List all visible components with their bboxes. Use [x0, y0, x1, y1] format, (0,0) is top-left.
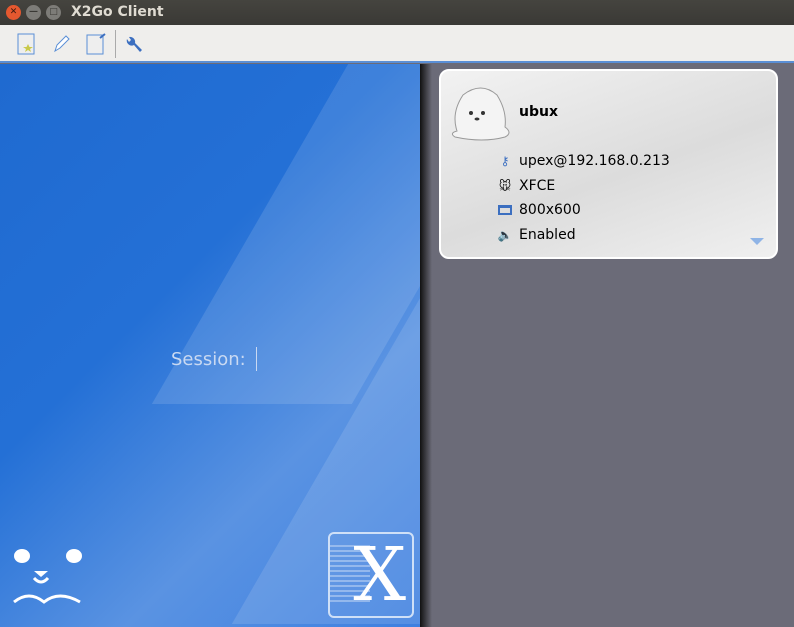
session-name: ubux — [519, 104, 558, 120]
panel-divider — [420, 64, 432, 627]
toolbar — [0, 25, 794, 63]
login-panel: Session: X — [0, 64, 420, 627]
session-server: upex@192.168.0.213 — [519, 153, 670, 169]
session-resolution: 800x600 — [519, 202, 581, 218]
session-card[interactable]: ubux ⚷ upex@192.168.0.213 🐭 XFCE 800x600 🔈… — [439, 69, 778, 259]
pencil-icon — [54, 35, 70, 53]
display-icon — [497, 202, 513, 218]
key-icon: ⚷ — [500, 154, 510, 168]
maximize-button[interactable]: □ — [46, 5, 61, 20]
export-session-button[interactable] — [84, 32, 108, 56]
session-export-icon — [86, 33, 106, 55]
seal-avatar-icon — [451, 87, 510, 141]
session-input[interactable] — [256, 347, 257, 371]
close-button[interactable]: ✕ — [6, 5, 21, 20]
toolbar-separator — [115, 30, 116, 58]
minimize-button[interactable]: — — [26, 5, 41, 20]
session-label: Session: — [171, 349, 246, 370]
wrench-icon — [126, 36, 142, 52]
window-title: X2Go Client — [71, 4, 164, 20]
speaker-icon: 🔈 — [497, 228, 513, 242]
edit-session-button[interactable] — [49, 32, 73, 56]
x2go-mascot-icon — [13, 549, 82, 604]
title-bar: ✕ — □ X2Go Client — [0, 0, 794, 25]
session-desktop: XFCE — [519, 178, 556, 194]
session-sound: Enabled — [519, 227, 576, 243]
session-menu-arrow-icon[interactable] — [750, 238, 764, 245]
new-session-icon — [17, 33, 35, 55]
x2go-logo: X — [328, 532, 414, 618]
preferences-button[interactable] — [122, 32, 146, 56]
xfce-mouse-icon: 🐭 — [498, 179, 512, 193]
new-session-button[interactable] — [14, 32, 38, 56]
